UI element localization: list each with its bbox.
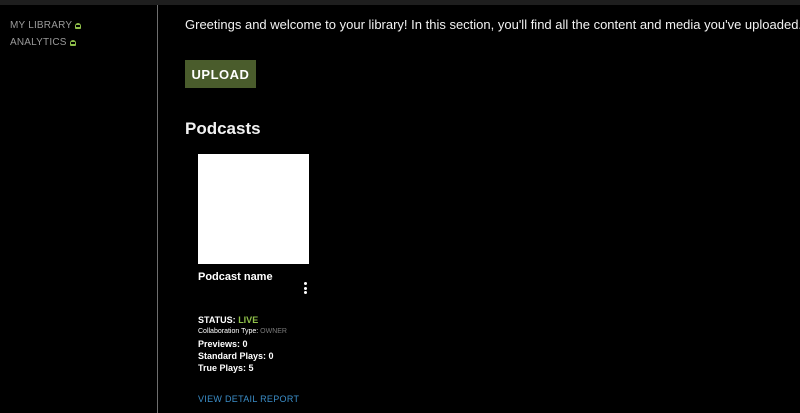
previews-count: Previews: 0 — [198, 339, 248, 349]
sidebar-item-my-library[interactable]: MY LIBRARY — [10, 17, 157, 34]
collaboration-line: Collaboration Type: OWNER — [198, 327, 398, 339]
sidebar: MY LIBRARY ANALYTICS — [0, 5, 158, 413]
status-line: STATUS: LIVE — [198, 315, 398, 327]
podcast-thumbnail[interactable] — [198, 154, 309, 264]
status-badge: LIVE — [238, 315, 259, 325]
more-options-icon[interactable] — [301, 281, 309, 295]
standard-plays-count: Standard Plays: 0 — [198, 351, 274, 361]
main-content: Greetings and welcome to your library! I… — [159, 5, 800, 413]
true-plays-count: True Plays: 5 — [198, 363, 254, 373]
ghost-icon — [75, 22, 82, 29]
kebab-dot — [303, 286, 307, 290]
view-detail-report-link[interactable]: VIEW DETAIL REPORT — [198, 394, 299, 404]
status-label: STATUS: — [198, 315, 236, 325]
section-title-podcasts: Podcasts — [185, 119, 261, 138]
welcome-message: Greetings and welcome to your library! I… — [185, 17, 800, 32]
sidebar-item-label: MY LIBRARY — [10, 20, 73, 31]
podcast-name: Podcast name — [198, 271, 273, 283]
ghost-icon — [69, 39, 76, 46]
collaboration-label: Collaboration Type: — [198, 328, 259, 335]
kebab-dot — [303, 291, 307, 294]
upload-button[interactable]: UPLOAD — [185, 60, 256, 88]
podcast-meta: STATUS: LIVE Collaboration Type: OWNER P… — [198, 315, 398, 375]
collaboration-value: OWNER — [260, 328, 287, 335]
podcast-card: Podcast name STATUS: LIVE Collaboration … — [198, 154, 310, 404]
sidebar-item-label: ANALYTICS — [10, 37, 67, 48]
sidebar-item-analytics[interactable]: ANALYTICS — [10, 34, 157, 51]
kebab-dot — [303, 282, 307, 285]
